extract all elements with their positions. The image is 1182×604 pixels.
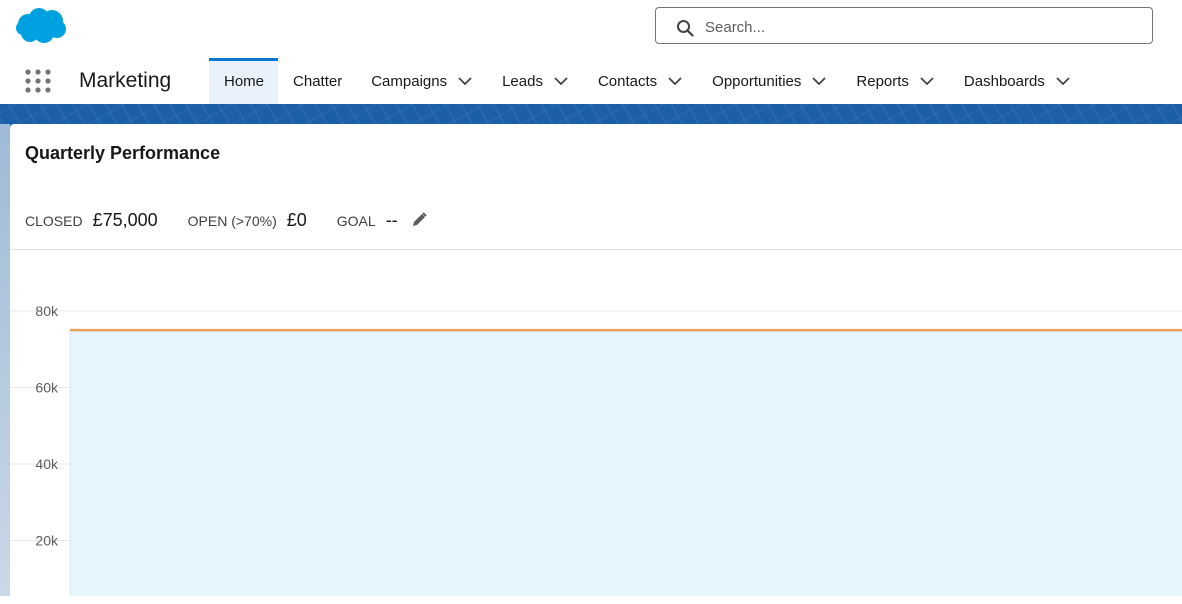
- chevron-down-icon[interactable]: [457, 73, 473, 89]
- chevron-down-icon[interactable]: [667, 73, 683, 89]
- goal-value: --: [385, 210, 398, 230]
- performance-metrics: CLOSED £75,000 OPEN (>70%) £0 GOAL --: [25, 210, 428, 234]
- nav-item-label: Dashboards: [963, 72, 1045, 90]
- global-search[interactable]: [655, 7, 1153, 44]
- nav-item-label: Campaigns: [371, 72, 448, 90]
- nav-item-label: Leads: [502, 72, 543, 90]
- nav-item-chatter[interactable]: Chatter: [278, 58, 356, 104]
- chevron-down-icon[interactable]: [811, 73, 827, 89]
- nav-item-contacts[interactable]: Contacts: [583, 58, 697, 104]
- nav-item-opportunities[interactable]: Opportunities: [697, 58, 841, 104]
- chevron-down-icon[interactable]: [919, 73, 935, 89]
- pencil-edit-icon[interactable]: [410, 211, 428, 229]
- search-input[interactable]: [703, 14, 1137, 40]
- nav-item-label: Opportunities: [712, 72, 802, 90]
- global-header: [0, 0, 1182, 58]
- open-value: £0: [286, 210, 307, 230]
- chevron-down-icon[interactable]: [1055, 73, 1071, 89]
- closed-label: CLOSED: [25, 213, 83, 229]
- nav-item-label: Chatter: [293, 72, 343, 90]
- nav-item-label: Home: [224, 72, 265, 90]
- card-divider: [10, 249, 1182, 250]
- page-side-fade: [0, 124, 10, 596]
- app-launcher-icon[interactable]: [24, 69, 52, 93]
- nav-item-dashboards[interactable]: Dashboards: [949, 58, 1085, 104]
- chevron-down-icon[interactable]: [553, 73, 569, 89]
- quarterly-performance-card: Quarterly Performance CLOSED £75,000 OPE…: [10, 124, 1182, 604]
- app-name: Marketing: [79, 69, 172, 92]
- app-nav-bar: Marketing Home Chatter Campaigns Leads C…: [0, 58, 1182, 104]
- goal-label: GOAL: [336, 213, 376, 229]
- closed-value: £75,000: [92, 210, 158, 230]
- search-icon: [677, 20, 694, 37]
- open-label: OPEN (>70%): [187, 213, 277, 229]
- nav-item-home[interactable]: Home: [209, 58, 279, 104]
- nav-item-reports[interactable]: Reports: [841, 58, 949, 104]
- nav-item-campaigns[interactable]: Campaigns: [356, 58, 487, 104]
- nav-item-label: Reports: [856, 72, 909, 90]
- nav-item-leads[interactable]: Leads: [487, 58, 583, 104]
- nav-items: Home Chatter Campaigns Leads Contacts Op…: [209, 58, 1085, 104]
- salesforce-logo[interactable]: [14, 7, 68, 45]
- nav-item-label: Contacts: [597, 72, 658, 90]
- card-title: Quarterly Performance: [25, 143, 221, 163]
